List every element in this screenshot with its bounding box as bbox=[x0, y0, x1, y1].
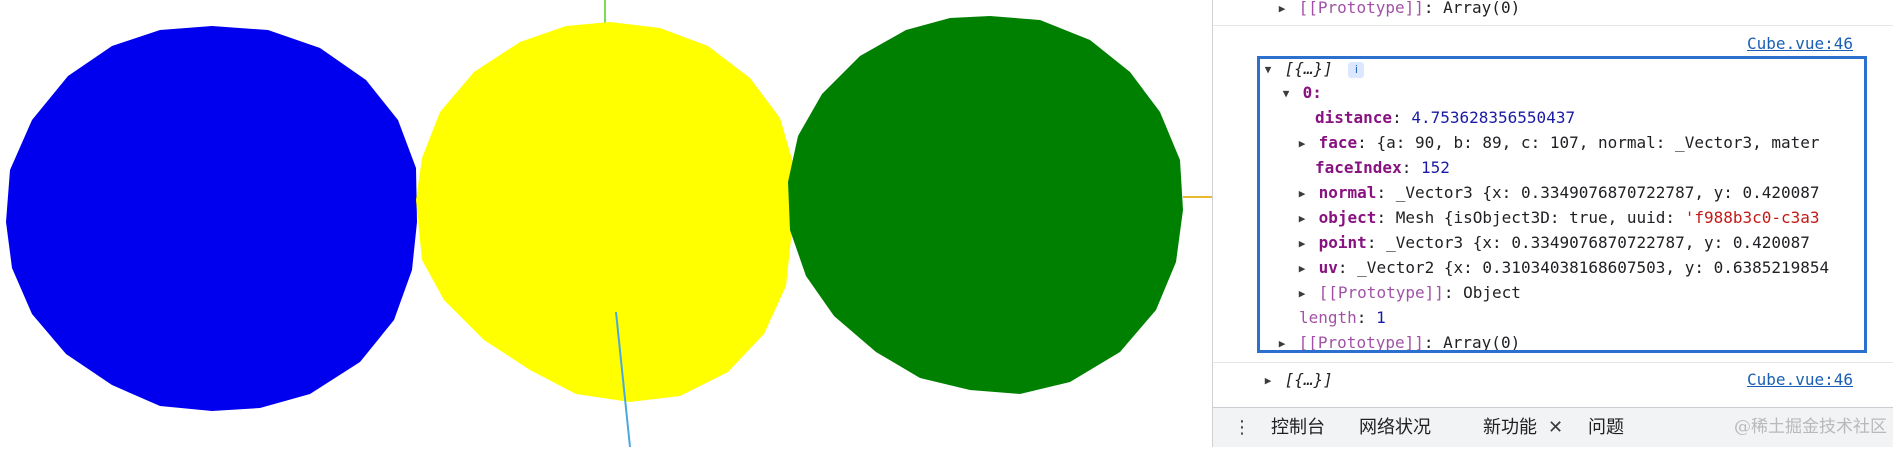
expand-triangle-icon[interactable]: ▶ bbox=[1295, 257, 1309, 281]
collapse-triangle-icon[interactable]: ▼ bbox=[1279, 82, 1293, 106]
console-point-row[interactable]: ▶ point: _Vector3 {x: 0.3349076870722787… bbox=[1213, 231, 1893, 255]
collapse-triangle-icon[interactable]: ▼ bbox=[1261, 58, 1275, 82]
console-log-source-row: Cube.vue:46 bbox=[1213, 32, 1893, 56]
expand-triangle-icon[interactable]: ▶ bbox=[1275, 332, 1289, 356]
console-face-row[interactable]: ▶ face: {a: 90, b: 89, c: 107, normal: _… bbox=[1213, 131, 1893, 155]
source-link[interactable]: Cube.vue:46 bbox=[1747, 368, 1853, 392]
expand-triangle-icon[interactable]: ▶ bbox=[1295, 282, 1309, 306]
tab-network-conditions[interactable]: 网络状况 bbox=[1359, 408, 1431, 447]
console-prototype-row[interactable]: ▶ [[Prototype]]: Array(0) bbox=[1213, 331, 1893, 355]
devtools-drawer-tabbar: ⋮ 控制台 网络状况 新功能 ✕ 问题 @稀土掘金技术社区 bbox=[1213, 407, 1893, 447]
info-icon[interactable]: i bbox=[1348, 61, 1365, 78]
tab-issues[interactable]: 问题 bbox=[1588, 408, 1624, 447]
console-distance-row: distance: 4.753628356550437 bbox=[1315, 108, 1576, 127]
console-array-summary-row[interactable]: ▼ [{…}] i bbox=[1213, 57, 1893, 81]
console-faceindex-row: faceIndex: 152 bbox=[1315, 158, 1450, 177]
console-length-row: length: 1 bbox=[1299, 308, 1386, 327]
scene-svg bbox=[6, 0, 1212, 448]
tab-whats-new[interactable]: 新功能 bbox=[1483, 408, 1537, 447]
more-options-icon[interactable]: ⋮ bbox=[1233, 408, 1251, 447]
expand-triangle-icon[interactable]: ▶ bbox=[1295, 182, 1309, 206]
webgl-canvas[interactable] bbox=[0, 0, 1212, 448]
yellow-circle bbox=[416, 22, 794, 402]
expand-triangle-icon[interactable]: ▶ bbox=[1275, 0, 1289, 21]
expand-triangle-icon[interactable]: ▶ bbox=[1261, 369, 1275, 393]
tab-console[interactable]: 控制台 bbox=[1271, 408, 1325, 447]
console-uv-row[interactable]: ▶ uv: _Vector2 {x: 0.31034038168607503, … bbox=[1213, 256, 1893, 280]
console-prototype-row[interactable]: ▶ [[Prototype]]: Array(0) bbox=[1213, 0, 1893, 20]
expand-triangle-icon[interactable]: ▶ bbox=[1295, 207, 1309, 231]
console-object-row[interactable]: ▶ object: Mesh {isObject3D: true, uuid: … bbox=[1213, 206, 1893, 230]
console-output[interactable]: ▶ [[Prototype]]: Array(0) Cube.vue:46 ▼ … bbox=[1213, 0, 1893, 408]
watermark: @稀土掘金技术社区 bbox=[1734, 417, 1887, 437]
source-link[interactable]: Cube.vue:46 bbox=[1747, 32, 1853, 56]
expand-triangle-icon[interactable]: ▶ bbox=[1295, 132, 1309, 156]
console-prototype-row[interactable]: ▶ [[Prototype]]: Object bbox=[1213, 281, 1893, 305]
devtools-panel: ▶ [[Prototype]]: Array(0) Cube.vue:46 ▼ … bbox=[1212, 0, 1893, 447]
console-normal-row[interactable]: ▶ normal: _Vector3 {x: 0.334907687072278… bbox=[1213, 181, 1893, 205]
blue-circle bbox=[6, 26, 417, 411]
console-array-summary-row[interactable]: ▶ [{…}] Cube.vue:46 bbox=[1213, 368, 1893, 392]
close-icon[interactable]: ✕ bbox=[1548, 408, 1563, 447]
console-index-row[interactable]: ▼ 0: bbox=[1213, 81, 1893, 105]
green-circle bbox=[788, 16, 1183, 394]
expand-triangle-icon[interactable]: ▶ bbox=[1295, 232, 1309, 256]
